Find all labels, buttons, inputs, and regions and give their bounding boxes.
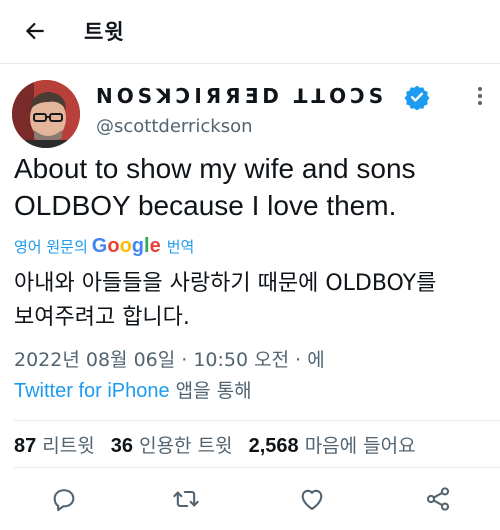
likes-label: 마음에 들어요	[304, 435, 416, 457]
retweets-stat[interactable]: 87 리트윗	[14, 435, 105, 457]
retweet-icon[interactable]	[172, 485, 200, 513]
heart-icon[interactable]	[298, 485, 326, 513]
quotes-stat[interactable]: 36 인용한 트윗	[111, 435, 243, 457]
likes-stat[interactable]: 2,568 마음에 들어요	[249, 435, 426, 457]
tweet-text-line-2: OLDBOY because I love them.	[14, 190, 397, 221]
page-title: 트윗	[84, 20, 125, 44]
translated-text-line-1: 아내와 아들들을 사랑하기 때문에 OLDBOY를	[14, 271, 437, 296]
back-arrow-icon[interactable]	[22, 18, 48, 44]
verified-badge-icon	[404, 85, 430, 110]
share-icon[interactable]	[424, 485, 452, 513]
retweets-label: 리트윗	[42, 435, 95, 457]
likes-count: 2,568	[248, 435, 299, 457]
translated-text-line-2: 보여주려고 합니다.	[14, 305, 190, 330]
retweets-count: 87	[14, 435, 37, 457]
author-handle[interactable]: @scottderrickson	[96, 116, 253, 137]
translate-suffix: 번역	[166, 237, 195, 256]
google-logo: Google	[91, 234, 161, 257]
source-client-link[interactable]: Twitter for iPhone	[14, 380, 170, 402]
source-suffix: 앱을 통해	[175, 380, 252, 402]
tweet-text-line-1: About to show my wife and sons	[14, 153, 416, 184]
translate-link[interactable]: 영어 원문의 Google 번역	[14, 234, 194, 258]
tweet-source: Twitter for iPhone 앱을 통해	[14, 376, 252, 403]
tweet-text: About to show my wife and sons OLDBOY be…	[14, 150, 494, 224]
quotes-label: 인용한 트윗	[139, 435, 233, 457]
tweet-header: 트윗	[0, 0, 500, 64]
translate-prefix: 영어 원문의	[14, 237, 88, 256]
author-display-name[interactable]: NOSꓘƆIЯЯƎD ꓕꓕOƆS	[96, 84, 387, 108]
tweet-timestamp[interactable]: 2022년 08월 06일 · 10:50 오전 · 에	[14, 345, 325, 372]
translated-text: 아내와 아들들을 사랑하기 때문에 OLDBOY를 보여주려고 합니다.	[14, 267, 494, 335]
tweet-stats: 87 리트윗 36 인용한 트윗 2,568 마음에 들어요	[14, 431, 426, 458]
more-options-icon[interactable]	[468, 84, 492, 108]
avatar[interactable]	[12, 80, 80, 148]
avatar-photo	[12, 80, 80, 148]
reply-icon[interactable]	[50, 485, 78, 513]
divider	[14, 467, 500, 468]
divider	[14, 420, 500, 421]
quotes-count: 36	[110, 435, 134, 457]
